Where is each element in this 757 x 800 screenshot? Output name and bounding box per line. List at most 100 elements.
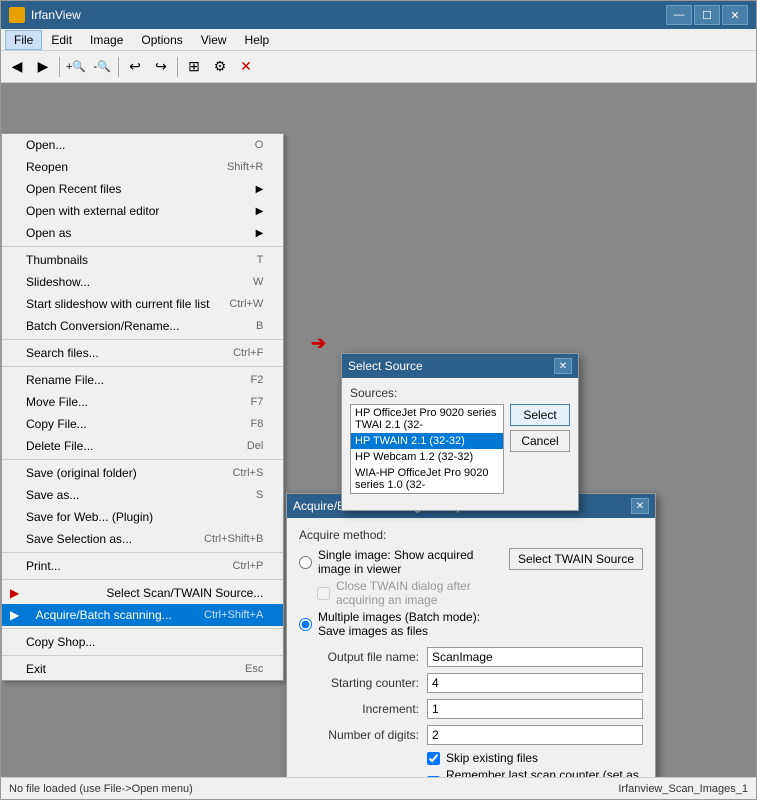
select-source-title-bar: Select Source ✕ [342, 354, 578, 378]
toolbar-sep2 [118, 57, 119, 77]
menu-save-original[interactable]: Save (original folder) Ctrl+S [2, 462, 283, 484]
sep8 [2, 655, 283, 656]
toolbar-sep1 [59, 57, 60, 77]
maximize-button[interactable]: ☐ [694, 5, 720, 25]
skip-existing-label: Skip existing files [446, 751, 538, 765]
menu-exit[interactable]: Exit Esc [2, 658, 283, 680]
sources-list[interactable]: HP OfficeJet Pro 9020 series TWAI 2.1 (3… [350, 404, 504, 494]
close-twain-checkbox[interactable] [317, 587, 330, 600]
menu-acquire-batch[interactable]: ▶ Acquire/Batch scanning... Ctrl+Shift+A [2, 604, 283, 626]
menu-copy-file[interactable]: Copy File... F8 [2, 413, 283, 435]
increment-input[interactable] [427, 699, 643, 719]
menu-edit[interactable]: Edit [42, 30, 81, 50]
sep7 [2, 628, 283, 629]
menu-open-external[interactable]: Open with external editor ▶ [2, 200, 283, 222]
multiple-images-label: Multiple images (Batch mode): Save image… [318, 610, 509, 638]
starting-counter-label: Starting counter: [299, 676, 419, 690]
menu-batch-conversion[interactable]: Batch Conversion/Rename... B [2, 315, 283, 337]
select-source-close[interactable]: ✕ [554, 358, 572, 374]
menu-help[interactable]: Help [236, 30, 279, 50]
source-item-2[interactable]: HP Webcam 1.2 (32-32) [351, 449, 503, 465]
main-window: IrfanView — ☐ ✕ File Edit Image Options … [0, 0, 757, 800]
toolbar-next[interactable]: ▶ [31, 55, 55, 79]
menu-bar: File Edit Image Options View Help [1, 29, 756, 51]
single-image-label: Single image: Show acquired image in vie… [318, 548, 509, 576]
sep5 [2, 552, 283, 553]
menu-copy-shop[interactable]: Copy Shop... [2, 631, 283, 653]
menu-rename-file[interactable]: Rename File... F2 [2, 369, 283, 391]
close-twain-row: Close TWAIN dialog after acquiring an im… [317, 579, 509, 607]
source-item-1[interactable]: HP TWAIN 2.1 (32-32) [351, 433, 503, 449]
menu-options[interactable]: Options [132, 30, 191, 50]
title-bar-controls: — ☐ ✕ [666, 5, 748, 25]
sep2 [2, 339, 283, 340]
toolbar-settings[interactable]: ⚙ [208, 55, 232, 79]
source-item-0[interactable]: HP OfficeJet Pro 9020 series TWAI 2.1 (3… [351, 405, 503, 433]
menu-view[interactable]: View [192, 30, 236, 50]
toolbar-prev[interactable]: ◀ [5, 55, 29, 79]
close-twain-label: Close TWAIN dialog after acquiring an im… [336, 579, 509, 607]
skip-existing-checkbox[interactable] [427, 752, 440, 765]
select-source-content: Sources: HP OfficeJet Pro 9020 series TW… [342, 378, 578, 510]
menu-delete-file[interactable]: Delete File... Del [2, 435, 283, 457]
select-source-dialog: Select Source ✕ Sources: HP OfficeJet Pr… [341, 353, 579, 511]
acquire-close-btn[interactable]: ✕ [631, 498, 649, 514]
menu-save-selection[interactable]: Save Selection as... Ctrl+Shift+B [2, 528, 283, 550]
select-source-title: Select Source [348, 359, 423, 373]
menu-save-web[interactable]: Save for Web... (Plugin) [2, 506, 283, 528]
menu-select-scan[interactable]: ▶ Select Scan/TWAIN Source... [2, 582, 283, 604]
toolbar-zoom-in[interactable]: +🔍 [64, 55, 88, 79]
source-item-3[interactable]: WIA-HP OfficeJet Pro 9020 series 1.0 (32… [351, 465, 503, 493]
source-cancel-btn[interactable]: Cancel [510, 430, 570, 452]
output-file-label: Output file name: [299, 650, 419, 664]
file-menu-dropdown: Open... O Reopen Shift+R Open Recent fil… [1, 133, 284, 681]
select-source-row: HP OfficeJet Pro 9020 series TWAI 2.1 (3… [350, 404, 570, 502]
source-item-4[interactable]: WIA-HPB8754C (HP OfficeJet Pro 90 1.0 (.… [351, 493, 503, 494]
title-bar-left: IrfanView [9, 7, 81, 23]
number-digits-row: Number of digits: [299, 725, 643, 745]
toolbar-rotate-left[interactable]: ↩ [123, 55, 147, 79]
status-bar: No file loaded (use File->Open menu) Irf… [1, 777, 756, 799]
single-image-row: Single image: Show acquired image in vie… [299, 548, 509, 576]
minimize-button[interactable]: — [666, 5, 692, 25]
number-digits-input[interactable] [427, 725, 643, 745]
menu-image[interactable]: Image [81, 30, 132, 50]
toolbar-zoom-out[interactable]: -🔍 [90, 55, 114, 79]
select-btn[interactable]: Select [510, 404, 570, 426]
remember-last-label: Remember last scan counter (set as start… [446, 768, 643, 777]
toolbar-close[interactable]: ✕ [234, 55, 258, 79]
sources-list-wrap: HP OfficeJet Pro 9020 series TWAI 2.1 (3… [350, 404, 504, 502]
select-twain-btn[interactable]: Select TWAIN Source [509, 548, 643, 570]
app-icon [9, 7, 25, 23]
starting-counter-row: Starting counter: [299, 673, 643, 693]
menu-search-files[interactable]: Search files... Ctrl+F [2, 342, 283, 364]
menu-move-file[interactable]: Move File... F7 [2, 391, 283, 413]
single-image-radio[interactable] [299, 556, 312, 569]
sep3 [2, 366, 283, 367]
menu-reopen[interactable]: Reopen Shift+R [2, 156, 283, 178]
starting-counter-input[interactable] [427, 673, 643, 693]
menu-open-as[interactable]: Open as ▶ [2, 222, 283, 244]
toolbar-fit[interactable]: ⊞ [182, 55, 206, 79]
close-button[interactable]: ✕ [722, 5, 748, 25]
sep1 [2, 246, 283, 247]
toolbar-rotate-right[interactable]: ↪ [149, 55, 173, 79]
output-file-input[interactable] [427, 647, 643, 667]
toolbar: ◀ ▶ +🔍 -🔍 ↩ ↪ ⊞ ⚙ ✕ [1, 51, 756, 83]
menu-print[interactable]: Print... Ctrl+P [2, 555, 283, 577]
menu-open-recent[interactable]: Open Recent files ▶ [2, 178, 283, 200]
menu-start-slideshow[interactable]: Start slideshow with current file list C… [2, 293, 283, 315]
menu-open[interactable]: Open... O [2, 134, 283, 156]
status-text: No file loaded (use File->Open menu) [9, 783, 193, 795]
sep6 [2, 579, 283, 580]
multiple-images-radio[interactable] [299, 618, 312, 631]
title-bar-title: IrfanView [31, 8, 81, 22]
skip-existing-row: Skip existing files [427, 751, 643, 765]
sep4 [2, 459, 283, 460]
app-name: Irfanview_Scan_Images_1 [618, 783, 748, 795]
remember-last-checkbox[interactable] [427, 776, 440, 778]
menu-thumbnails[interactable]: Thumbnails T [2, 249, 283, 271]
menu-save-as[interactable]: Save as... S [2, 484, 283, 506]
menu-file[interactable]: File [5, 30, 42, 50]
menu-slideshow[interactable]: Slideshow... W [2, 271, 283, 293]
